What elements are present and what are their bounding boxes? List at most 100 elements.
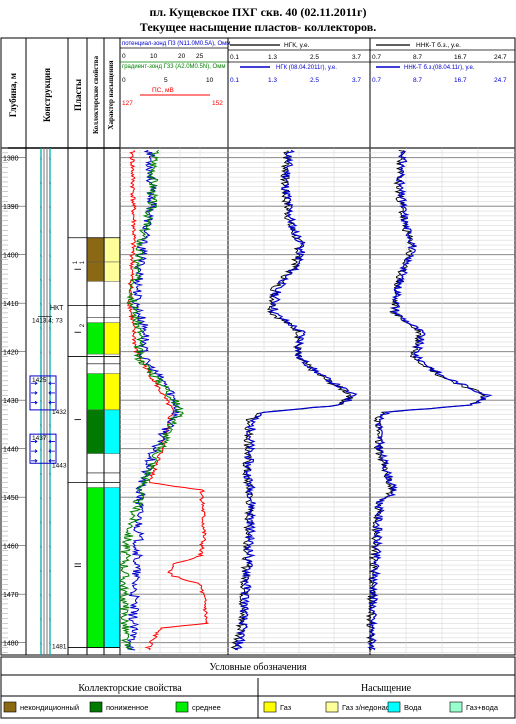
well-construction: НКТ 1413.4; 73 1425 1432 1437 1443 1481 [29,148,67,655]
construction-column-header: Конструкция [42,68,52,122]
collector-interval [87,487,104,648]
sp-label: ПС, мВ [152,87,174,94]
perforation-top: 1437 [32,435,47,442]
nnk-tick-3: 24.7 [494,54,507,61]
perforation-arrow [31,459,38,463]
perforation-arrow [31,449,38,453]
ngk-2011-label: НГК (08.04.2011г), у.е. [276,65,337,71]
well-log-sheet: пл. Кущевское ПХГ скв. 40 (02.11.2011г) … [0,0,516,719]
depth-label: 1450 [3,495,19,502]
nnk2-tick-1: 8.7 [413,77,422,84]
perforation-arrow [48,449,55,453]
saturation-legend-swatch [263,701,277,713]
ngk-track-header: НГК, у.е. 0.1 1.3 2.5 3.7 НГК (08.04.201… [228,42,370,84]
collector-interval [87,373,104,411]
layer-label: I [73,418,83,421]
collector-legend-label: некондиционный [20,703,79,712]
log-frame [0,37,516,656]
ngk-tick-3: 3.7 [352,54,361,61]
depth-label: 1380 [3,156,19,163]
legend-title: Условные обозначения [209,662,307,673]
perforation-top: 1425 [32,377,47,384]
title-line1: пл. Кущевское ПХГ скв. 40 (02.11.2011г) [149,5,366,19]
collector-legend-label: среднее [192,703,221,712]
perforation-arrow [48,391,55,395]
collector-interval [87,237,104,263]
depth-label: 1390 [3,204,19,211]
perforation-bottom: 1443 [52,462,67,469]
nnk-tick-2: 16.7 [454,54,467,61]
layer-name: I [73,331,83,334]
layer-name: I [73,418,83,421]
nnk-2011-label: ННК-Т б.з.(08.04.11г), у.е. [404,65,475,71]
saturation-interval [104,409,120,454]
interpretation-fills [68,237,120,648]
saturation-interval [104,322,120,355]
saturation-legend-label: Газ з/недонас [342,703,390,712]
layer-subscript: 2 [80,323,86,327]
legend-saturation-title: Насыщение [361,683,412,694]
saturation-interval [104,237,120,263]
saturation-legend-label: Газ+вода [466,703,499,712]
title-line2: Текущее насыщение пластов- коллекторов. [140,20,376,34]
nnk-track-header: ННК-Т б.з., у.е. 0.7 8.7 16.7 24.7 ННК-Т… [370,41,515,84]
ngk-tick-1: 1.3 [268,54,277,61]
ngk2-tick-2: 2.5 [310,77,319,84]
perforation-arrow [31,391,38,395]
depth-label: 1420 [3,350,19,357]
saturation-legend-swatch [325,701,339,713]
saturation-legend-label: Газ [280,703,292,712]
nnk2-tick-2: 16.7 [454,77,467,84]
depth-label: 1410 [3,301,19,308]
column-borders [25,38,371,655]
saturation-legend-label: Вода [404,703,422,712]
nnk-tick-1: 8.7 [413,54,422,61]
res-tick-10: 10 [150,53,158,60]
layer-label: II [73,563,83,568]
res-tick-25: 25 [196,53,204,60]
layer-name: I [73,268,83,271]
layer-superscript: 1 [73,260,79,264]
depth-labels: 1380 1390 1400 1410 1420 1430 1440 1450 1460 1470… [3,156,19,648]
ngk-tick-2: 2.5 [310,54,319,61]
perforation-bottom: 1432 [52,409,67,416]
depth-grid [1,147,515,655]
collector-legend-swatch [89,701,103,713]
saturation-legend-swatch [449,701,463,713]
collector-interval [87,322,104,355]
well-log-svg: пл. Кущевское ПХГ скв. 40 (02.11.2011г) … [0,5,516,719]
collector-interval [87,409,104,454]
sp-range-max: 152 [212,100,223,107]
layers-column-header: Пласты [73,79,83,111]
ngk-label: НГК, у.е. [284,42,310,49]
layer-subscript: 1 [80,260,86,264]
perforation-arrow [48,400,55,405]
saturation-interval [104,261,120,282]
collector-interval [87,261,104,282]
collector-legend-swatch [3,701,17,713]
saturation-interval [104,487,120,648]
bottom-depth: 1481 [52,644,67,651]
perforation-arrow [48,381,55,386]
depth-label: 1430 [3,398,19,405]
saturation-interval [104,373,120,411]
resistivity-track-header: потенциал-зонд П3 (N11.0M0.5A), Омм 0 10… [120,41,230,107]
ngk2-tick-0: 0.1 [230,77,239,84]
perforation-arrow [48,439,55,444]
nnk-tick-0: 0.7 [372,54,381,61]
legend-items: некондиционный пониженное среднее Газ Газ з/… [3,701,499,713]
depth-column-header: Глубина, м [8,73,18,117]
layer-name: II [73,563,83,568]
legend: Условные обозначения Коллекторские свойс… [0,656,516,719]
ngk-tick-0: 0.1 [230,54,239,61]
depth-label: 1480 [3,641,19,648]
nkt-depth: 1413.4; 73 [32,318,63,325]
nkt-label: НКТ [50,305,64,312]
potential-probe-label: потенциал-зонд П3 (N11.0M0.5A), Омм [122,41,230,47]
ngk2-tick-1: 1.3 [268,77,277,84]
depth-label: 1400 [3,253,19,260]
legend-collector-title: Коллекторские свойства [78,683,182,694]
res-tick-0: 0 [122,53,126,60]
perforation-arrow [31,400,38,405]
depth-label: 1440 [3,447,19,454]
